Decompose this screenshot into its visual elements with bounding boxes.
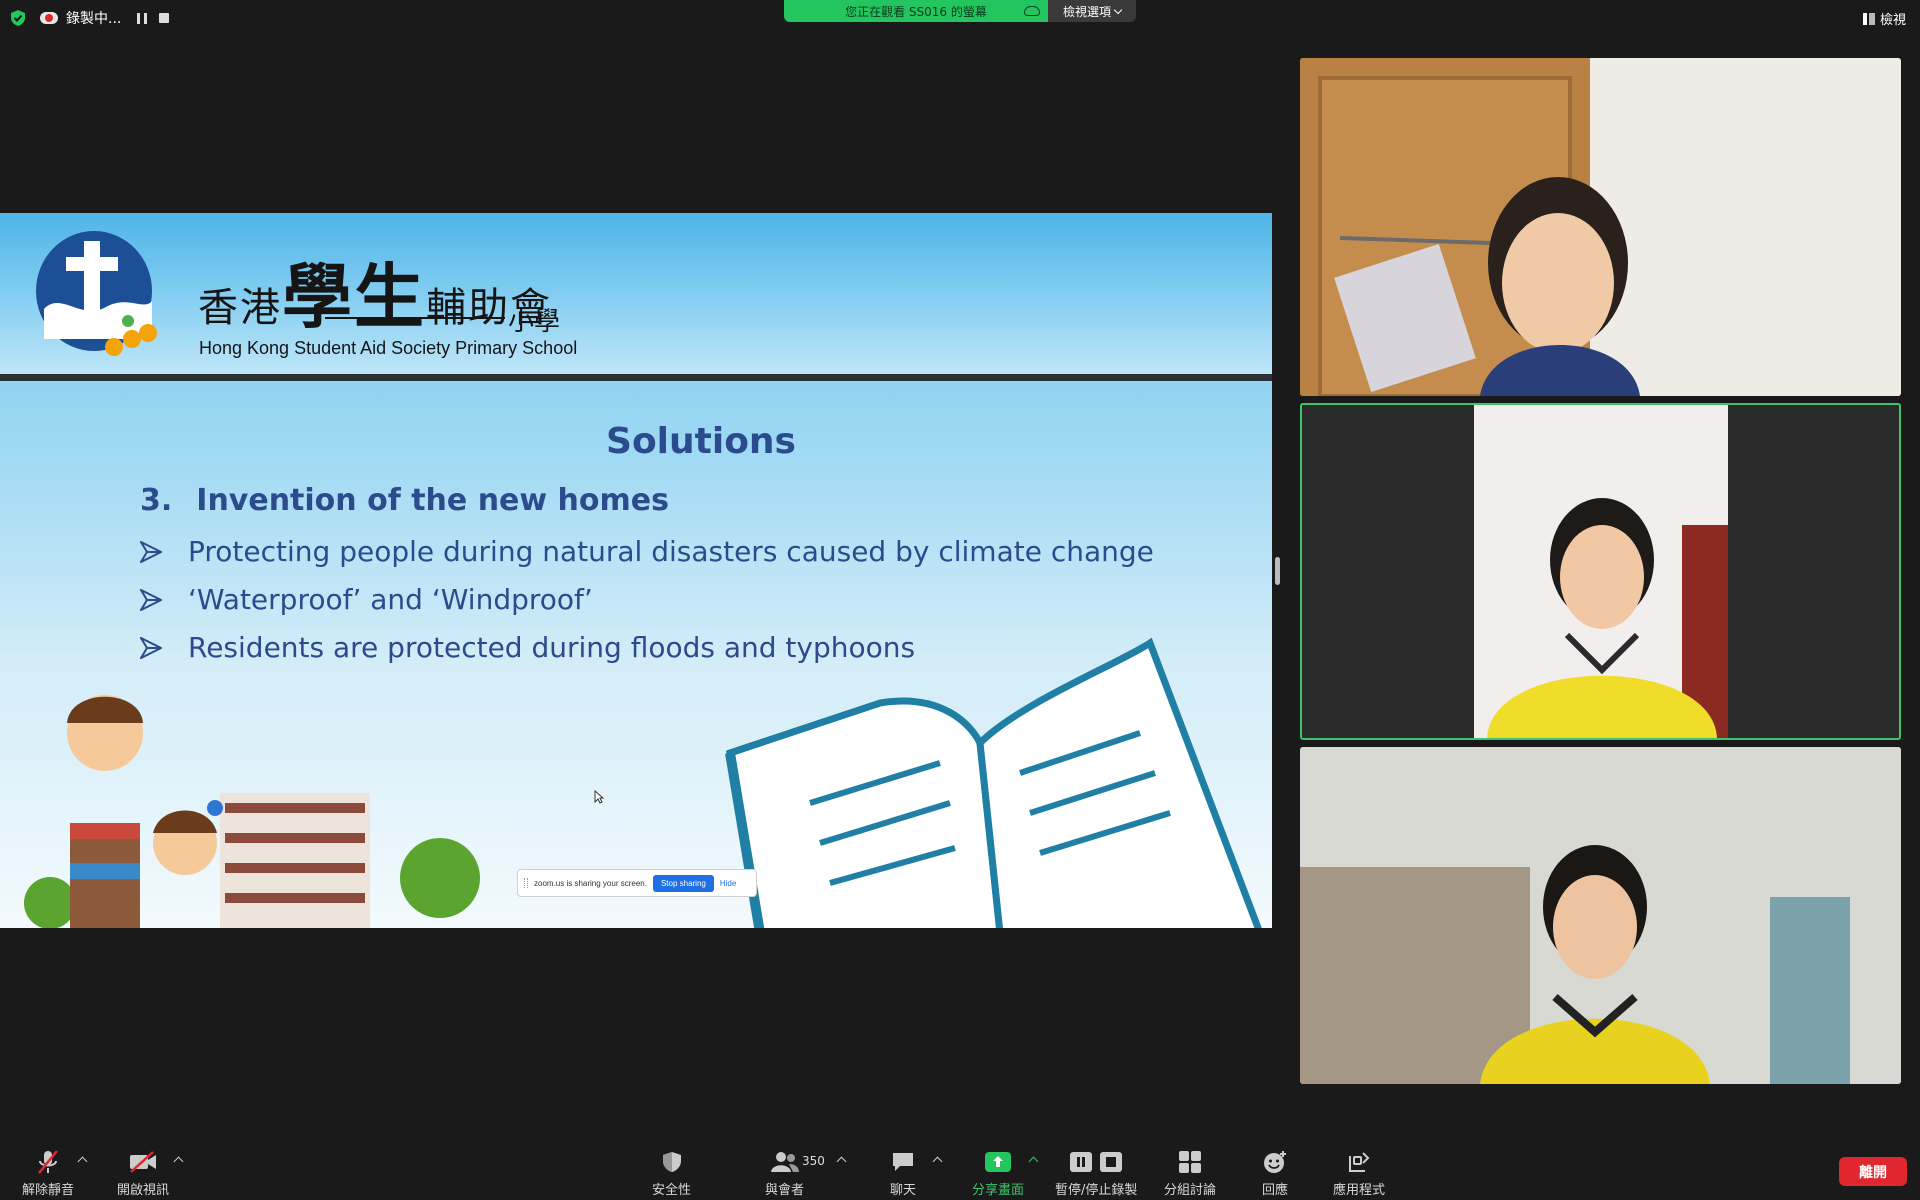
- stop-icon: [159, 13, 170, 23]
- arrow-bullet-icon: [140, 540, 162, 563]
- apps-icon: [1344, 1148, 1374, 1176]
- arrow-bullet-icon: [140, 636, 162, 659]
- school-name-cn: 香港學生輔助會: [198, 241, 552, 342]
- screen-share-banner: 您正在觀看 SS016 的螢幕 檢視選項: [784, 0, 1136, 22]
- share-screen-button[interactable]: 分享畫面: [972, 1148, 1024, 1198]
- pause-icon: [137, 12, 148, 24]
- cloud-icon: [1024, 6, 1040, 16]
- drag-handle-icon[interactable]: [524, 878, 528, 888]
- school-name-cn-suffix: 小學: [508, 307, 561, 337]
- chat-button[interactable]: 聊天: [888, 1148, 918, 1198]
- bullet-item: ‘Waterproof’ and ‘Windproof’: [140, 583, 593, 616]
- school-name-cn-part2: 學生: [282, 255, 426, 338]
- slide-title: Solutions: [606, 421, 796, 462]
- bullet-item: Protecting people during natural disaste…: [140, 535, 1154, 568]
- participant-video: [1300, 747, 1901, 1084]
- subheading-number: 3.: [140, 483, 173, 518]
- video-off-icon: [128, 1148, 158, 1176]
- security-label: 安全性: [652, 1183, 692, 1198]
- school-name-rule: [325, 317, 505, 319]
- pause-recording-button[interactable]: [135, 11, 149, 25]
- share-options-caret-icon[interactable]: [1028, 1156, 1039, 1167]
- slide-header: [0, 213, 1272, 375]
- bullet-text: Residents are protected during floods an…: [188, 631, 916, 664]
- view-options-button[interactable]: 檢視選項: [1048, 0, 1136, 22]
- breakout-rooms-label: 分組討論: [1164, 1183, 1217, 1198]
- view-options-label: 檢視選項: [1062, 4, 1111, 19]
- audio-options-caret-icon[interactable]: [77, 1156, 88, 1167]
- leave-meeting-button[interactable]: 離開: [1839, 1157, 1907, 1186]
- recording-indicator: 錄製中...: [10, 8, 171, 28]
- start-video-label: 開啟視訊: [117, 1183, 170, 1198]
- recording-label: 錄製中...: [66, 11, 122, 27]
- panel-resize-handle[interactable]: [1275, 557, 1280, 585]
- unmute-label: 解除靜音: [22, 1183, 75, 1198]
- participants-button[interactable]: 與會者: [765, 1148, 804, 1198]
- pause-stop-recording-icon: [1066, 1148, 1126, 1176]
- security-shield-icon: [657, 1148, 687, 1176]
- active-speaker-video-tile[interactable]: [1300, 403, 1901, 740]
- pause-stop-recording-button[interactable]: 暫停/停止錄製: [1055, 1148, 1137, 1198]
- microphone-muted-icon: [33, 1148, 63, 1176]
- video-options-caret-icon[interactable]: [173, 1156, 184, 1167]
- viewing-screen-notice: 您正在觀看 SS016 的螢幕: [784, 0, 1048, 22]
- apps-button[interactable]: 應用程式: [1333, 1148, 1385, 1198]
- cloud-recording-icon: [40, 12, 58, 24]
- sharing-notice-text: zoom.us is sharing your screen.: [534, 878, 647, 888]
- stop-recording-button[interactable]: [157, 11, 171, 25]
- participants-icon: [770, 1148, 800, 1176]
- screen-sharing-notice: zoom.us is sharing your screen. Stop sha…: [517, 869, 757, 897]
- top-bar: 錄製中... 您正在觀看 SS016 的螢幕 檢視選項 檢視: [0, 0, 1920, 36]
- school-building-illustration: [24, 695, 480, 928]
- bullet-item: Residents are protected during floods an…: [140, 631, 915, 664]
- slide-subheading: 3. Invention of the new homes: [140, 483, 669, 518]
- reactions-button[interactable]: 回應: [1260, 1148, 1290, 1198]
- reactions-label: 回應: [1261, 1183, 1288, 1198]
- breakout-rooms-button[interactable]: 分組討論: [1164, 1148, 1216, 1198]
- view-layout-icon: [1862, 12, 1875, 25]
- apps-label: 應用程式: [1333, 1183, 1386, 1198]
- stop-sharing-button[interactable]: Stop sharing: [652, 874, 714, 892]
- participants-options-caret-icon[interactable]: [836, 1156, 847, 1167]
- subheading-text: Invention of the new homes: [196, 483, 669, 518]
- share-screen-icon: [983, 1148, 1013, 1176]
- school-logo: [36, 231, 157, 356]
- start-video-button[interactable]: 開啟視訊: [117, 1148, 169, 1198]
- school-name-cn-part1: 香港: [198, 285, 282, 331]
- shared-screen: 香港學生輔助會 小學 Hong Kong Student Aid Society…: [0, 213, 1272, 928]
- breakout-rooms-icon: [1175, 1148, 1205, 1176]
- security-button[interactable]: 安全性: [652, 1148, 691, 1198]
- participant-video-tile[interactable]: [1300, 747, 1901, 1084]
- school-name-en: Hong Kong Student Aid Society Primary Sc…: [199, 338, 578, 358]
- view-label: 檢視: [1879, 13, 1906, 28]
- bullet-text: Protecting people during natural disaste…: [188, 535, 1154, 568]
- reactions-smiley-icon: [1260, 1148, 1290, 1176]
- participants-label: 與會者: [765, 1183, 805, 1198]
- chat-bubble-icon: [888, 1148, 918, 1176]
- chevron-down-icon: [1113, 5, 1123, 14]
- book-illustration: [725, 637, 1262, 928]
- recording-status: 錄製中...: [34, 8, 127, 28]
- arrow-bullet-icon: [140, 588, 162, 611]
- viewing-screen-text: 您正在觀看 SS016 的螢幕: [845, 4, 987, 19]
- chat-label: 聊天: [889, 1183, 916, 1198]
- share-screen-label: 分享畫面: [972, 1183, 1025, 1198]
- participants-count: 350: [802, 1154, 825, 1168]
- participant-video-tile[interactable]: [1300, 58, 1901, 396]
- chat-options-caret-icon[interactable]: [932, 1156, 943, 1167]
- pause-stop-recording-label: 暫停/停止錄製: [1055, 1183, 1138, 1198]
- participant-video: [1300, 58, 1901, 396]
- view-button[interactable]: 檢視: [1862, 9, 1906, 28]
- mouse-cursor-icon: [594, 790, 604, 804]
- participant-video: [1474, 405, 1728, 738]
- shield-check-icon[interactable]: [10, 9, 26, 27]
- hide-notice-button[interactable]: Hide: [720, 879, 736, 888]
- bullet-text: ‘Waterproof’ and ‘Windproof’: [188, 583, 593, 616]
- header-divider: [0, 374, 1272, 381]
- meeting-toolbar: 解除靜音 開啟視訊 安全性 與會者 350 聊天 分享畫面 暫停/停止錄製 分組…: [0, 1143, 1920, 1200]
- unmute-button[interactable]: 解除靜音: [22, 1148, 74, 1198]
